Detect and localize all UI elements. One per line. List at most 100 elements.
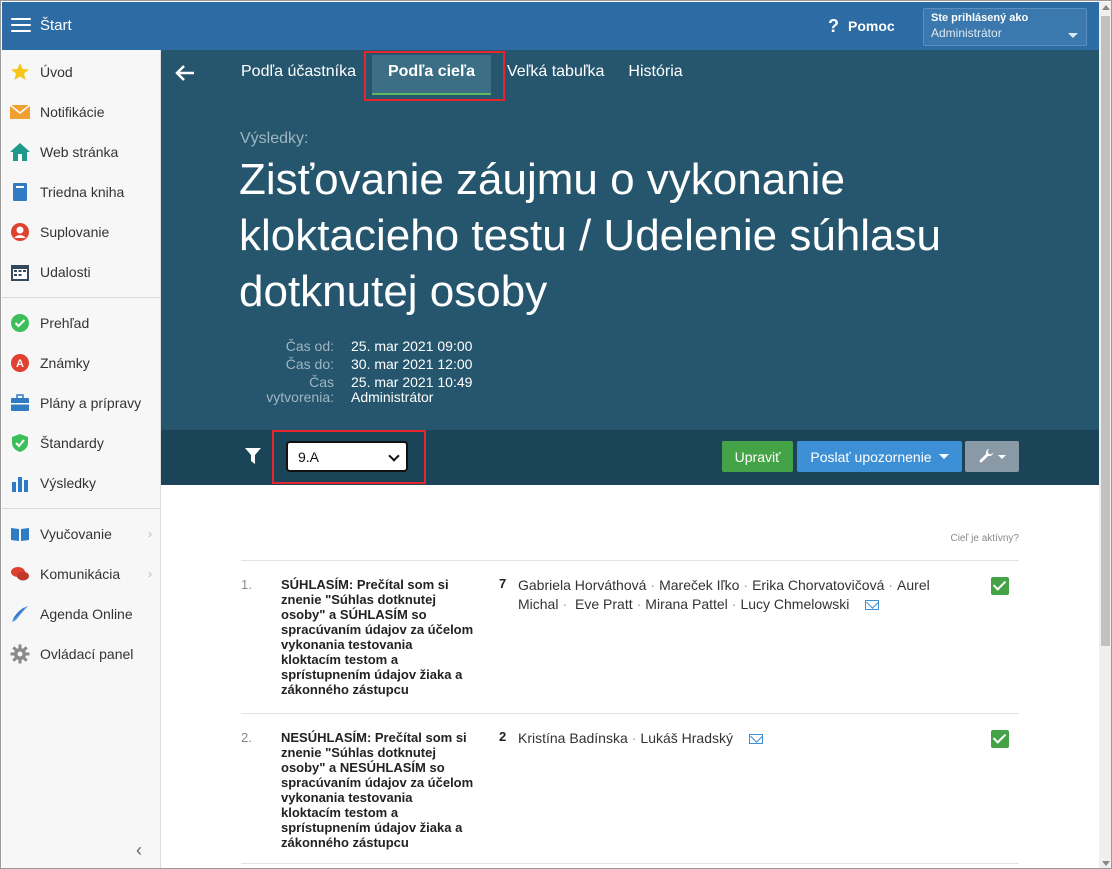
goal-list: 1. SÚHLASÍM: Prečítal som si znenie "Súh…	[241, 560, 1019, 864]
sidebar-item-label: Známky	[40, 355, 90, 371]
sidebar-item-plany[interactable]: Plány a prípravy	[2, 383, 160, 423]
brand-home-link[interactable]: Štart	[40, 17, 72, 34]
sidebar-item-standardy[interactable]: Štandardy	[2, 423, 160, 463]
time-to-value: 30. mar 2021 12:00	[351, 356, 473, 372]
sidebar-item-label: Prehľad	[40, 315, 90, 331]
created-by-value: Administrátor	[351, 389, 434, 405]
caret-down-icon	[997, 454, 1006, 459]
svg-text:A: A	[16, 358, 24, 370]
sidebar-item-notifikacie[interactable]: Notifikácie	[2, 92, 160, 132]
breadcrumb: Výsledky:	[240, 130, 309, 147]
sidebar-divider	[2, 297, 160, 298]
sidebar-item-uvod[interactable]: Úvod	[2, 52, 160, 92]
sidebar-item-label: Štandardy	[40, 435, 104, 451]
user-menu[interactable]: Ste prihlásený ako Administrátor	[923, 8, 1087, 46]
item-number: 2.	[241, 730, 252, 745]
tab-by-goal[interactable]: Podľa cieľa	[371, 55, 491, 95]
pen-icon	[10, 604, 30, 624]
hamburger-menu-icon[interactable]	[11, 17, 31, 33]
vertical-scrollbar[interactable]	[1099, 2, 1111, 868]
briefcase-icon	[10, 393, 30, 413]
edit-button[interactable]: Upraviť	[722, 441, 793, 472]
grade-icon: A	[10, 353, 30, 373]
question-mark-icon: ?	[828, 16, 839, 36]
sidebar-item-label: Komunikácia	[40, 566, 121, 582]
mail-icon[interactable]	[865, 600, 880, 610]
item-number: 1.	[241, 577, 252, 592]
help-link[interactable]: ? Pomoc	[828, 16, 895, 36]
sidebar-item-label: Úvod	[40, 64, 73, 80]
participant-name[interactable]: Mareček Iľko	[659, 577, 739, 593]
collapse-sidebar-icon[interactable]: ‹	[136, 840, 142, 861]
sidebar-divider	[2, 508, 160, 509]
chat-icon	[10, 564, 30, 584]
sidebar-item-triedna-kniha[interactable]: Triedna kniha	[2, 172, 160, 212]
back-arrow-icon[interactable]	[174, 62, 196, 84]
list-item: 2. NESÚHLASÍM: Prečítal som si znenie "S…	[241, 714, 1019, 864]
class-select[interactable]: 9.A	[286, 441, 408, 472]
gear-icon	[10, 644, 30, 664]
participant-name[interactable]: Mirana Pattel	[645, 596, 727, 612]
sidebar-item-label: Web stránka	[40, 144, 119, 160]
goal-text: SÚHLASÍM: Prečítal som si znenie "Súhlas…	[281, 577, 474, 697]
sidebar-item-label: Výsledky	[40, 475, 97, 491]
sidebar-item-vyucovanie[interactable]: Vyučovanie ›	[2, 514, 160, 554]
goal-active-header: Cieľ je aktívny?	[950, 533, 1019, 544]
sidebar-item-komunikacia[interactable]: Komunikácia ›	[2, 554, 160, 594]
sidebar-item-vysledky[interactable]: Výsledky	[2, 463, 160, 503]
sidebar-item-label: Notifikácie	[40, 104, 105, 120]
tools-dropdown-button[interactable]	[965, 441, 1019, 472]
check-circle-icon	[10, 313, 30, 333]
participant-name[interactable]: Lucy Chmelowski	[740, 596, 849, 612]
participant-name[interactable]: Eve Pratt	[575, 596, 633, 612]
meta-info: Čas od: 25. mar 2021 09:00 Čas do: 30. mar…	[261, 337, 472, 406]
open-book-icon	[10, 524, 30, 544]
class-select-value: 9.A	[298, 449, 320, 465]
sidebar-item-agenda-online[interactable]: Agenda Online	[2, 594, 160, 634]
user-name: Administrátor	[931, 26, 1002, 40]
book-icon	[10, 182, 30, 202]
scroll-down-icon[interactable]	[1102, 861, 1110, 866]
time-from-label: Čas od:	[285, 338, 334, 354]
sidebar-item-label: Triedna kniha	[40, 184, 125, 200]
results-header: Podľa účastníka Podľa cieľa Veľká tabuľk…	[161, 50, 1099, 430]
list-item: 1. SÚHLASÍM: Prečítal som si znenie "Súh…	[241, 561, 1019, 714]
goal-text: NESÚHLASÍM: Prečítal som si znenie "Súhl…	[281, 730, 474, 850]
sidebar-item-znamky[interactable]: A Známky	[2, 343, 160, 383]
sidebar-item-prehlad[interactable]: Prehľad	[2, 303, 160, 343]
substitute-person-icon	[10, 222, 30, 242]
scrollbar-thumb[interactable]	[1101, 16, 1110, 646]
sidebar-item-label: Vyučovanie	[40, 526, 112, 542]
tab-by-participant[interactable]: Podľa účastníka	[229, 50, 368, 95]
participant-name[interactable]: Lukáš Hradský	[640, 730, 733, 746]
results-toolbar: 9.A Upraviť Poslať upozornenie	[161, 430, 1099, 485]
tab-history[interactable]: História	[616, 50, 694, 95]
active-checkbox[interactable]	[991, 730, 1009, 748]
sidebar-item-label: Ovládací panel	[40, 646, 134, 662]
calendar-icon	[10, 262, 30, 282]
sidebar-item-ovladaci-panel[interactable]: Ovládací panel	[2, 634, 160, 674]
send-notification-button[interactable]: Poslať upozornenie	[797, 441, 962, 472]
participant-names: Kristína Badínska · Lukáš Hradský	[518, 729, 968, 748]
active-checkbox[interactable]	[991, 577, 1009, 595]
send-notification-label: Poslať upozornenie	[810, 448, 932, 465]
sidebar: Úvod Notifikácie Web stránka Triedna kni…	[2, 50, 161, 868]
sidebar-item-suplovanie[interactable]: Suplovanie	[2, 212, 160, 252]
sidebar-item-label: Suplovanie	[40, 224, 110, 240]
sidebar-item-udalosti[interactable]: Udalosti	[2, 252, 160, 292]
chevron-down-icon	[388, 450, 400, 462]
participant-names: Gabriela Horváthová · Mareček Iľko · Erika C…	[518, 577, 930, 612]
mail-icon[interactable]	[748, 734, 763, 744]
results-content: Cieľ je aktívny? 1. SÚHLASÍM: Prečítal s…	[161, 485, 1099, 868]
top-bar: Štart ? Pomoc Ste prihlásený ako Adminis…	[2, 2, 1099, 50]
tab-big-table[interactable]: Veľká tabuľka	[495, 50, 616, 95]
caret-down-icon	[938, 454, 949, 459]
sidebar-item-label: Plány a prípravy	[40, 395, 142, 411]
participant-name[interactable]: Erika Chorvatovičová	[752, 577, 884, 593]
sidebar-item-web-stranka[interactable]: Web stránka	[2, 132, 160, 172]
participant-name[interactable]: Gabriela Horváthová	[518, 577, 646, 593]
chevron-right-icon: ›	[148, 567, 152, 581]
scroll-up-icon[interactable]	[1102, 5, 1110, 10]
participant-name[interactable]: Kristína Badínska	[518, 730, 628, 746]
filter-icon[interactable]	[245, 448, 261, 465]
